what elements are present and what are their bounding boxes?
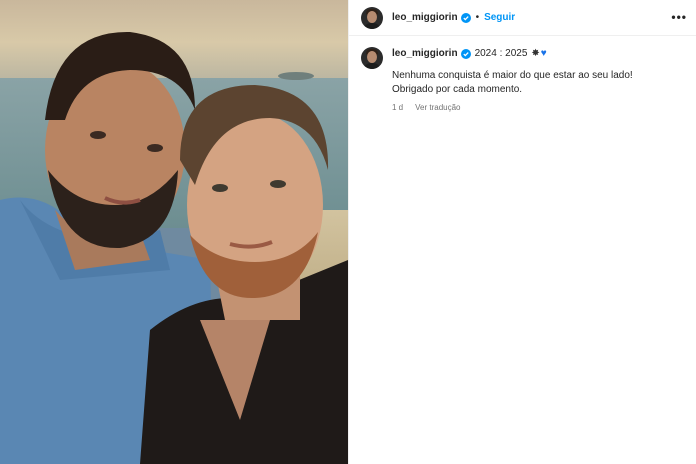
caption-title: 2024 : 2025 [474,48,528,59]
header-username[interactable]: leo_miggiorin [392,12,458,23]
caption-body: leo_miggiorin 2024 : 2025 ✸ ♥ Nenhuma co… [392,47,682,112]
time-ago[interactable]: 1 d [392,103,403,112]
verified-badge-icon [460,12,471,23]
post-header: leo_miggiorin • Seguir ••• [349,0,696,36]
caption-avatar[interactable] [361,47,383,69]
see-translation-link[interactable]: Ver tradução [415,103,460,112]
selfie-image [0,0,348,464]
verified-badge-icon [460,49,471,59]
separator-dot: • [475,12,480,23]
post-photo[interactable] [0,0,348,464]
follow-button[interactable]: Seguir [484,12,515,23]
caption-header: leo_miggiorin 2024 : 2025 ✸ ♥ [392,47,682,61]
caption: leo_miggiorin 2024 : 2025 ✸ ♥ Nenhuma co… [361,47,685,112]
caption-meta: 1 d Ver tradução [392,103,682,112]
avatar[interactable] [361,6,383,29]
post-side-panel: leo_miggiorin • Seguir ••• leo_miggiorin [348,0,696,464]
instagram-post: leo_miggiorin • Seguir ••• leo_miggiorin [0,0,696,464]
caption-text: Nenhuma conquista é maior do que estar a… [392,70,633,95]
caption-username[interactable]: leo_miggiorin [392,47,458,61]
more-options-icon[interactable]: ••• [671,10,687,24]
heart-emoji: ♥ [540,48,547,59]
star-emoji: ✸ [531,48,540,59]
